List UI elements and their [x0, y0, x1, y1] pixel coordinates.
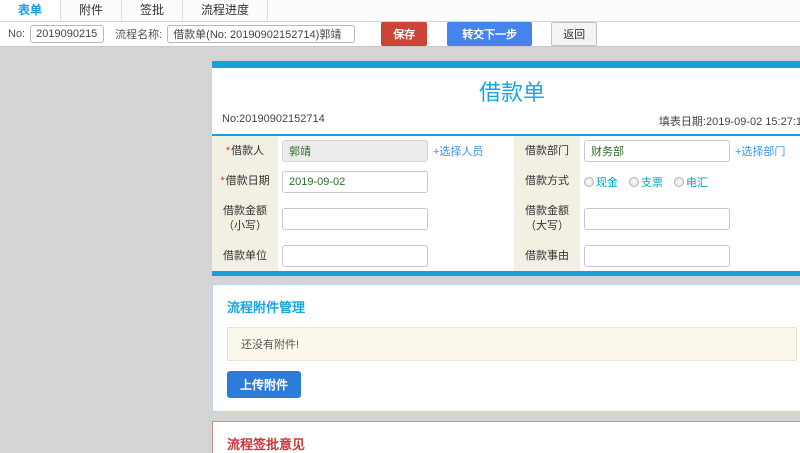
- borrower-field-cell: +选择人员: [278, 136, 514, 166]
- attachments-card: 流程附件管理 还没有附件! 上传附件: [212, 284, 800, 412]
- form-fields-grid: *借款人 +选择人员 借款部门 +选择部门 *借款日期: [212, 136, 800, 271]
- no-label: No:: [8, 28, 26, 40]
- top-tab-bar: 表单 附件 签批 流程进度: [0, 0, 800, 22]
- method-field-cell: 现金 支票 电汇: [580, 166, 800, 197]
- action-toolbar: No: 流程名称: 保存 转交下一步 返回: [0, 22, 800, 47]
- required-asterisk: *: [220, 175, 225, 187]
- save-button[interactable]: 保存: [381, 22, 428, 46]
- attachments-empty-message: 还没有附件!: [227, 327, 797, 361]
- radio-cash-label: 现金: [596, 176, 618, 189]
- tab-form[interactable]: 表单: [0, 0, 62, 21]
- radio-wire[interactable]: 电汇: [674, 174, 708, 190]
- borrower-label-cell: *借款人: [212, 136, 278, 166]
- unit-field-cell: [278, 241, 514, 271]
- form-date-text: 填表日期:2019-09-02 15:27:1: [658, 116, 800, 128]
- tab-attachment[interactable]: 附件: [61, 0, 123, 21]
- form-title: 借款单: [478, 80, 545, 105]
- radio-circle-icon: [629, 176, 639, 187]
- radio-wire-label: 电汇: [686, 176, 708, 189]
- loan-date-field-cell: [278, 166, 514, 197]
- reason-label: 借款事由: [525, 249, 569, 262]
- department-label-cell: 借款部门: [514, 136, 580, 166]
- process-name-input[interactable]: [167, 25, 356, 43]
- loan-form-card: 借款单 No:20190902152714 填表日期:2019-09-02 15…: [212, 61, 800, 276]
- reason-input[interactable]: [584, 245, 730, 267]
- approval-title: 流程签批意见: [227, 437, 306, 452]
- amount-small-field-cell: [278, 197, 514, 241]
- method-label: 借款方式: [525, 175, 569, 187]
- back-button[interactable]: 返回: [551, 22, 598, 46]
- reason-label-cell: 借款事由: [514, 241, 580, 271]
- amount-small-label-cell: 借款金额（小写）: [212, 197, 278, 241]
- form-no-text: No:20190902152714: [222, 113, 325, 125]
- method-label-cell: 借款方式: [514, 166, 580, 197]
- amount-big-label: 借款金额（大写）: [525, 205, 569, 232]
- unit-label: 借款单位: [223, 249, 267, 262]
- department-label: 借款部门: [525, 144, 569, 157]
- select-person-link[interactable]: +选择人员: [433, 143, 483, 159]
- form-bottom-accent-bar: [212, 271, 800, 276]
- department-field-cell: +选择部门: [580, 136, 800, 166]
- tab-progress[interactable]: 流程进度: [183, 0, 269, 21]
- borrower-input[interactable]: [282, 140, 428, 162]
- unit-input[interactable]: [282, 245, 428, 267]
- amount-big-input[interactable]: [584, 208, 730, 230]
- form-top-accent-bar: [212, 61, 800, 68]
- loan-date-label-cell: *借款日期: [212, 166, 278, 197]
- reason-field-cell: [580, 241, 800, 271]
- amount-small-input[interactable]: [282, 208, 428, 230]
- borrower-label: 借款人: [231, 144, 265, 157]
- page-background: 借款单 No:20190902152714 填表日期:2019-09-02 15…: [0, 47, 800, 453]
- department-input[interactable]: [584, 140, 730, 162]
- radio-cash[interactable]: 现金: [584, 174, 618, 190]
- radio-circle-icon: [674, 176, 684, 187]
- process-name-label: 流程名称:: [115, 29, 163, 41]
- tab-sign[interactable]: 签批: [122, 0, 184, 21]
- attachments-title: 流程附件管理: [227, 300, 306, 315]
- radio-cheque-label: 支票: [641, 176, 663, 189]
- amount-small-label: 借款金额（小写）: [223, 205, 267, 232]
- select-department-link[interactable]: +选择部门: [735, 143, 785, 159]
- loan-date-label: 借款日期: [225, 175, 270, 187]
- upload-attachment-button[interactable]: 上传附件: [227, 371, 302, 398]
- required-asterisk: *: [225, 144, 231, 157]
- unit-label-cell: 借款单位: [212, 241, 278, 271]
- loan-date-input[interactable]: [282, 170, 428, 193]
- approval-opinion-card: 流程签批意见 B I abc A: [212, 421, 800, 453]
- forward-next-step-button[interactable]: 转交下一步: [447, 22, 533, 46]
- radio-cheque[interactable]: 支票: [629, 174, 663, 190]
- main-content-column: 借款单 No:20190902152714 填表日期:2019-09-02 15…: [212, 61, 800, 453]
- amount-big-label-cell: 借款金额（大写）: [514, 197, 580, 241]
- no-input[interactable]: [30, 25, 105, 43]
- radio-circle-icon: [584, 176, 594, 187]
- amount-big-field-cell: [580, 197, 800, 241]
- form-meta-row: No:20190902152714 填表日期:2019-09-02 15:27:…: [212, 110, 800, 136]
